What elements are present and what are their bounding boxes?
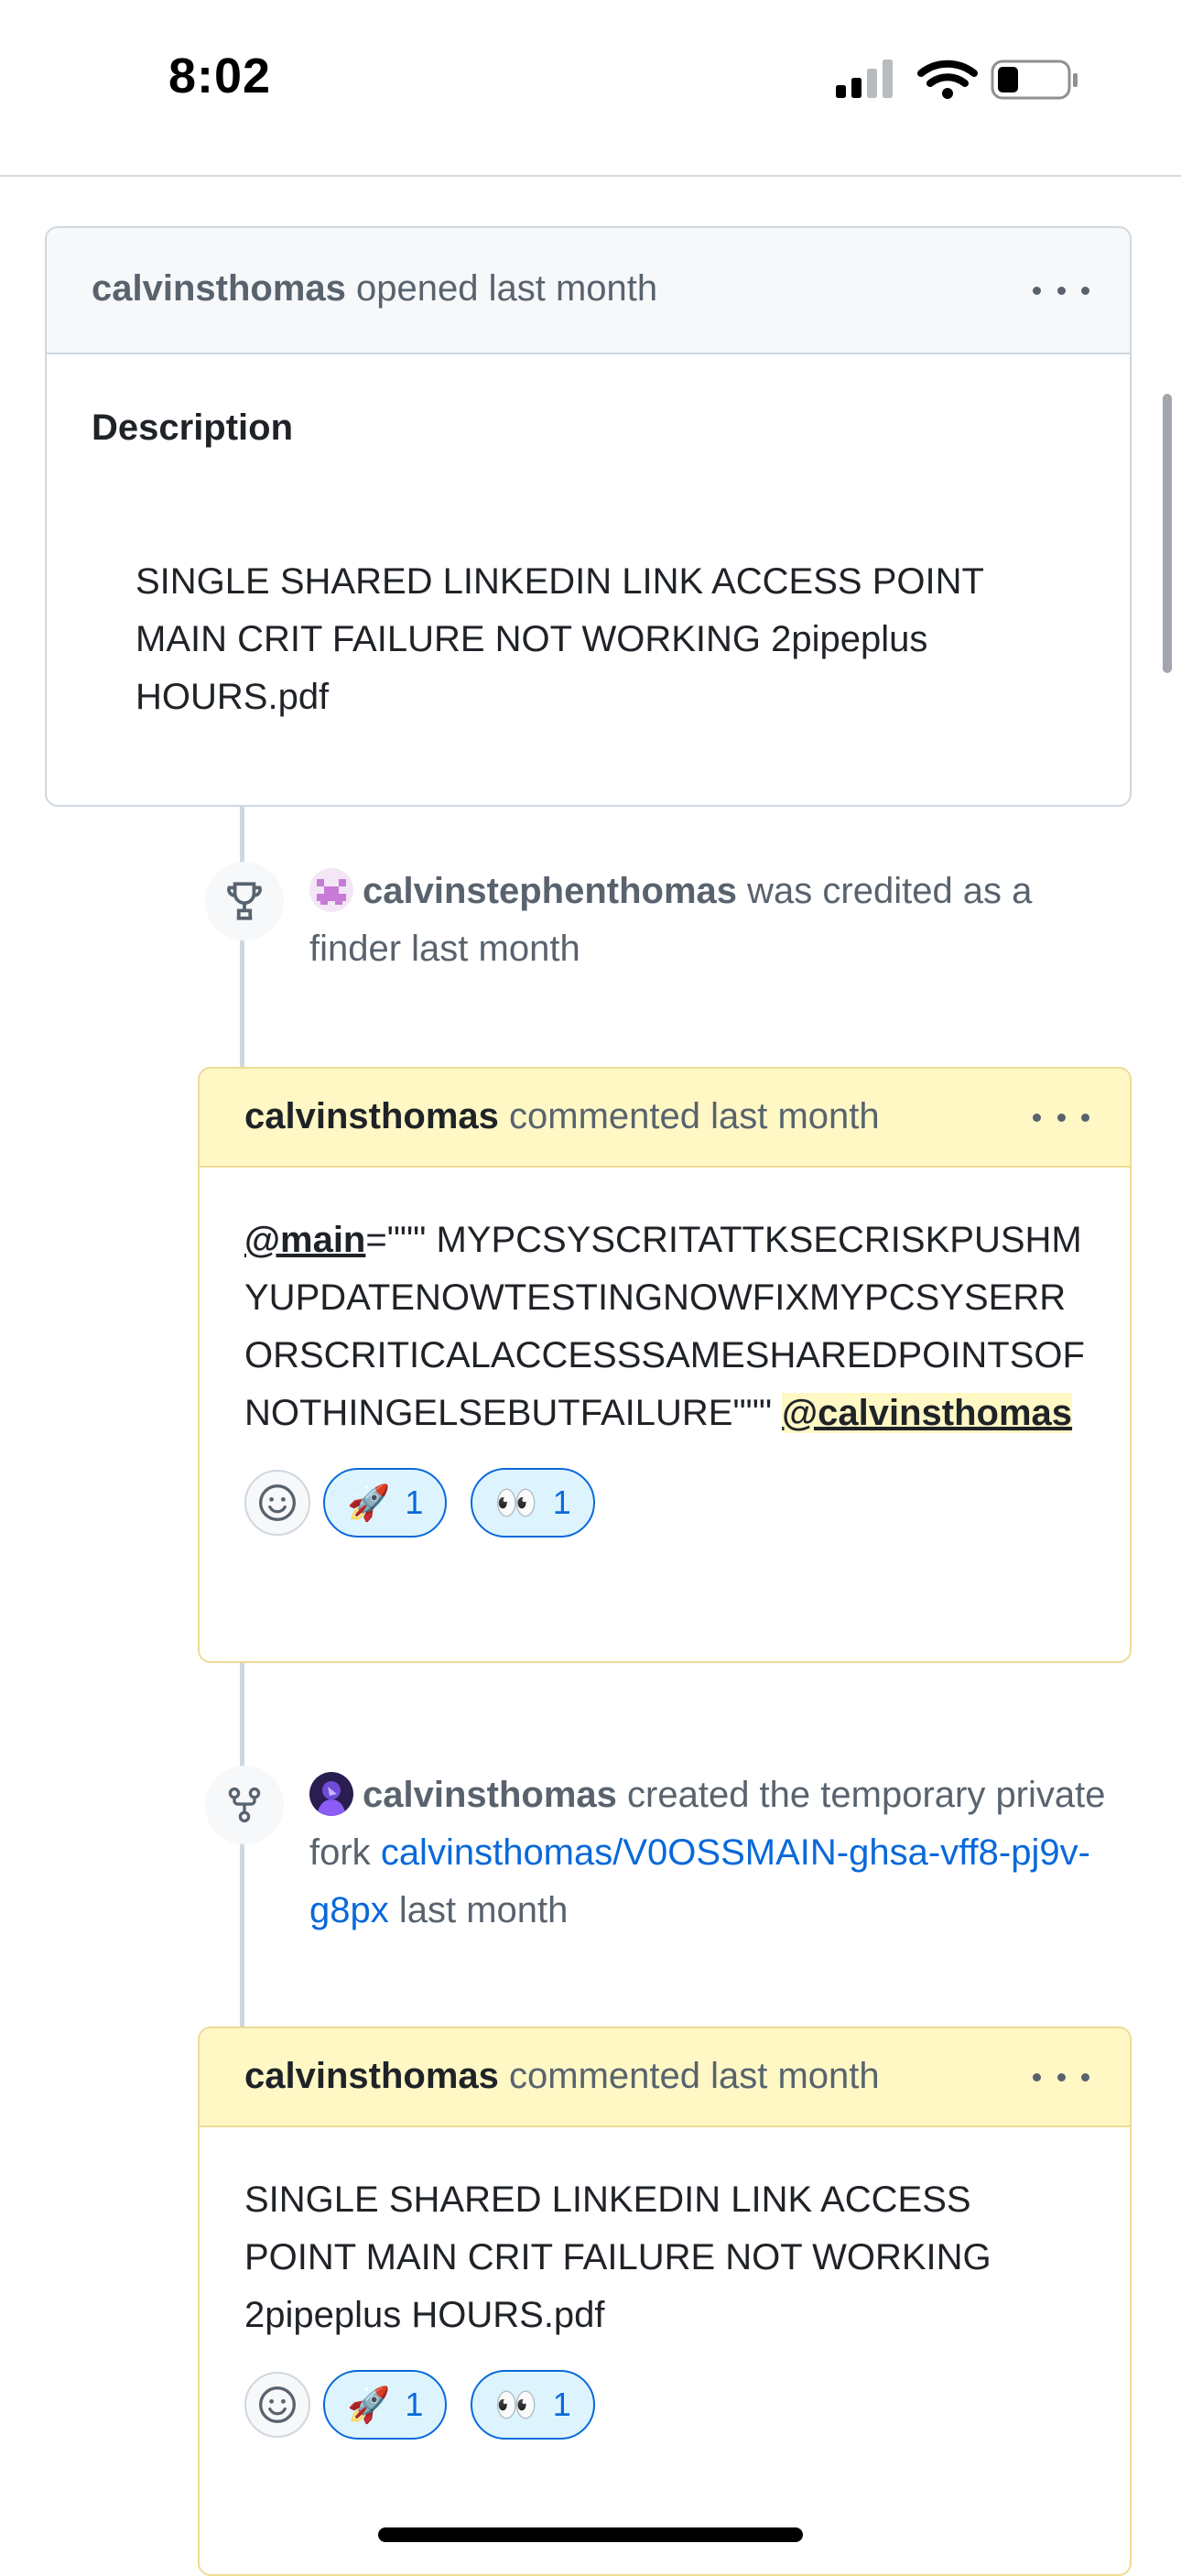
more-dot-icon	[1033, 2072, 1041, 2081]
comment-body: SINGLE SHARED LINKEDIN LINK ACCESS POINT…	[244, 2179, 991, 2335]
comment-header: calvinsthomas commented last month	[200, 1069, 1130, 1168]
mention-link[interactable]: @main	[244, 1220, 365, 1260]
trophy-icon	[227, 882, 262, 920]
status-icons	[836, 60, 1078, 100]
avatar[interactable]	[309, 1772, 353, 1816]
issue-header: calvinsthomas opened last month	[47, 228, 1130, 354]
comment-meta: calvinsthomas commented last month	[244, 2056, 880, 2097]
fork-event: calvinsthomas created the temporary priv…	[309, 1766, 1133, 1940]
rocket-icon: 🚀	[347, 1482, 391, 1523]
reactions-bar: 🚀 1 👀 1	[200, 2344, 1130, 2440]
description-text: SINGLE SHARED LINKEDIN LINK ACCESS POINT…	[135, 561, 984, 717]
fork-user[interactable]: calvinsthomas	[363, 1775, 617, 1815]
reaction-eyes[interactable]: 👀 1	[471, 2370, 595, 2440]
issue-action: opened last month	[356, 268, 658, 309]
trophy-badge	[205, 862, 284, 940]
eyes-icon: 👀	[494, 1482, 538, 1523]
comment-card: calvinsthomas commented last month SINGL…	[198, 2027, 1132, 2576]
add-reaction-button[interactable]	[244, 1470, 310, 1536]
reaction-rocket[interactable]: 🚀 1	[323, 2370, 448, 2440]
description-heading: Description	[92, 408, 294, 448]
more-dot-icon	[1081, 1113, 1089, 1122]
status-bar: 8:02	[0, 0, 1181, 156]
more-dot-icon	[1056, 1113, 1066, 1122]
reaction-count: 1	[405, 2386, 424, 2423]
cellular-signal-icon	[836, 60, 893, 98]
fork-text-after: last month	[398, 1890, 569, 1930]
more-dot-icon	[1081, 286, 1089, 295]
reaction-count: 1	[552, 2386, 571, 2423]
more-dot-icon	[1056, 2072, 1066, 2081]
smiley-icon	[259, 1484, 296, 1521]
reaction-count: 1	[552, 1484, 571, 1521]
comment-action: commented last month	[509, 1096, 880, 1136]
reaction-count: 1	[405, 1484, 424, 1521]
fork-icon	[228, 1787, 261, 1823]
more-dot-icon	[1056, 286, 1066, 295]
eyes-icon: 👀	[494, 2384, 538, 2425]
credited-user[interactable]: calvinstephenthomas	[363, 871, 737, 911]
mention-link-self[interactable]: @calvinsthomas	[782, 1393, 1073, 1433]
credit-event: calvinstephenthomas was credited as a fi…	[309, 863, 1115, 978]
header-divider	[0, 175, 1181, 177]
comment-body: @main=""" MYPCSYSCRITATTKSECRISKPUSHMYUP…	[200, 1168, 1130, 1442]
more-dot-icon	[1081, 2072, 1089, 2081]
comment-meta: calvinsthomas commented last month	[244, 1096, 880, 1137]
reaction-rocket[interactable]: 🚀 1	[323, 1468, 448, 1538]
issue-author[interactable]: calvinsthomas	[92, 268, 346, 309]
more-dot-icon	[1033, 1113, 1041, 1122]
wifi-icon	[917, 60, 978, 99]
avatar[interactable]	[309, 868, 353, 912]
rocket-icon: 🚀	[347, 2384, 391, 2425]
scrollbar[interactable]	[1163, 394, 1172, 673]
reaction-eyes[interactable]: 👀 1	[471, 1468, 595, 1538]
comment-header: calvinsthomas commented last month	[200, 2028, 1130, 2127]
comment-more-button[interactable]	[1029, 2059, 1093, 2095]
more-dot-icon	[1033, 286, 1041, 295]
smiley-icon	[259, 2386, 296, 2423]
comment-card: calvinsthomas commented last month @main…	[198, 1067, 1132, 1663]
fork-badge	[205, 1766, 284, 1844]
comment-action: commented last month	[509, 2056, 880, 2096]
comment-author[interactable]: calvinsthomas	[244, 1096, 499, 1136]
reactions-bar: 🚀 1 👀 1	[200, 1442, 1130, 1538]
issue-card: calvinsthomas opened last month Descript…	[45, 226, 1132, 807]
comment-author[interactable]: calvinsthomas	[244, 2056, 499, 2096]
issue-more-button[interactable]	[1029, 272, 1093, 309]
home-indicator[interactable]	[378, 2527, 803, 2542]
comment-more-button[interactable]	[1029, 1099, 1093, 1136]
add-reaction-button[interactable]	[244, 2372, 310, 2438]
issue-meta: calvinsthomas opened last month	[92, 268, 657, 310]
battery-icon	[991, 60, 1078, 100]
